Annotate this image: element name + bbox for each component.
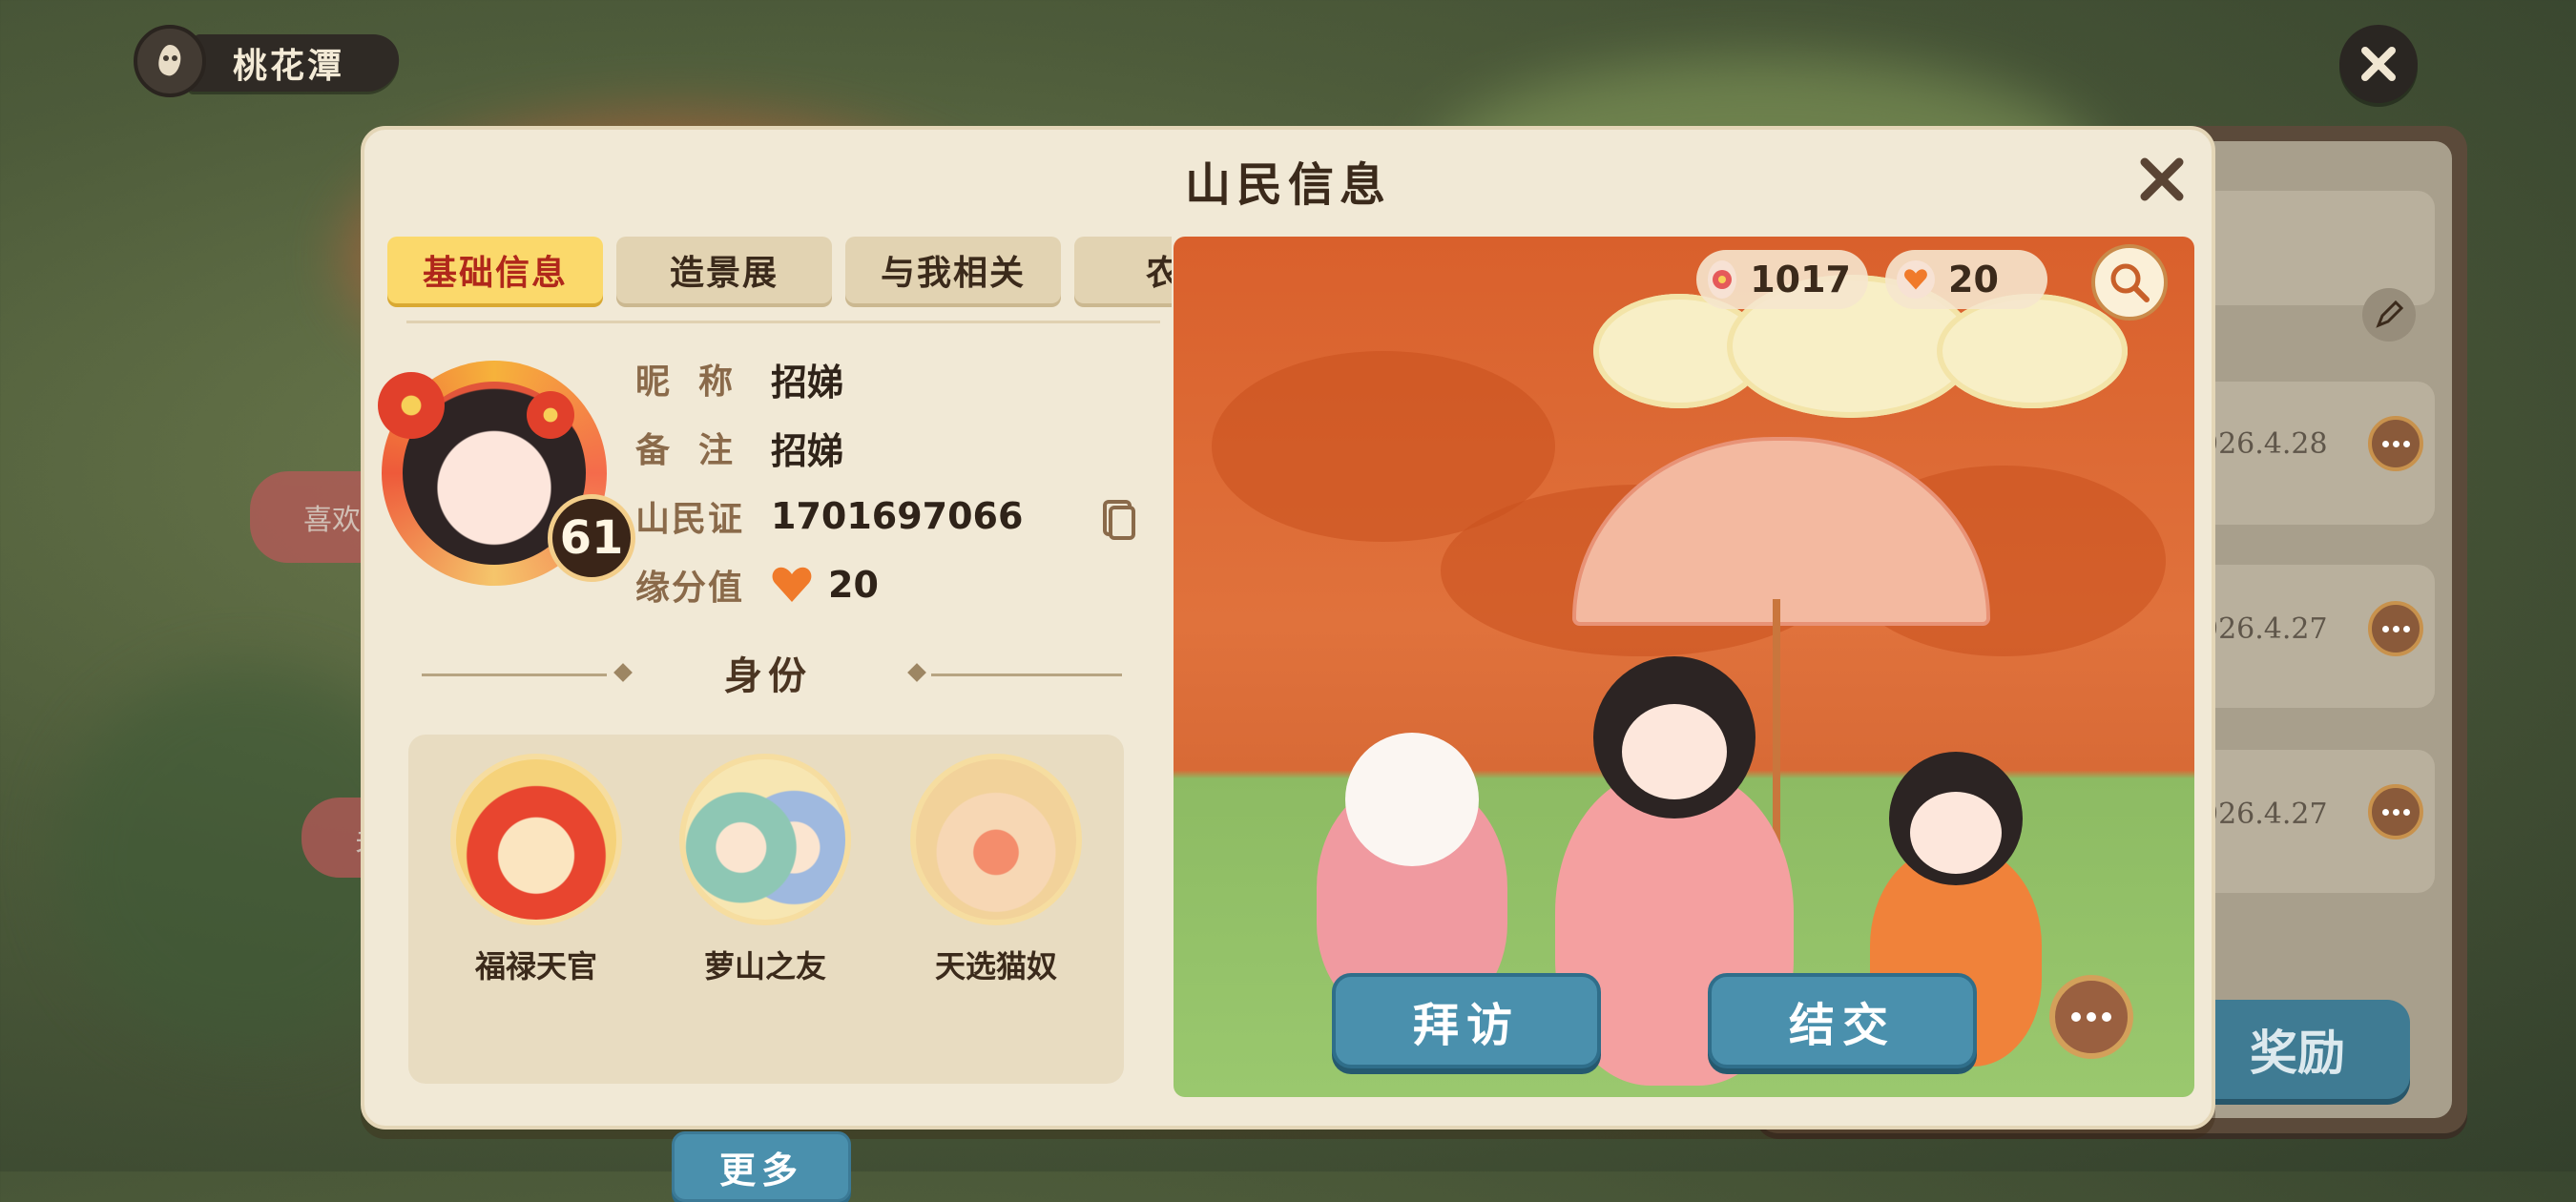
befriend-button[interactable]: 结交 xyxy=(1708,973,1977,1068)
character-right-face xyxy=(1910,792,2002,874)
affinity-value: 20 xyxy=(828,564,879,606)
remark-value: 招娣 xyxy=(771,429,844,472)
flower-currency: 1017 xyxy=(1696,250,1868,309)
remark-row[interactable]: 备注 招娣 xyxy=(635,424,844,472)
identity-badge-label: 福禄天官 xyxy=(474,948,597,984)
identity-badge-label: 萝山之友 xyxy=(703,948,826,984)
character-scene: 1017 20 xyxy=(1174,237,2194,1097)
edit-pen-icon[interactable] xyxy=(2362,288,2416,342)
divider xyxy=(931,674,1122,676)
tab-landscape[interactable]: 造景展 xyxy=(616,237,832,303)
umbrella-decoration xyxy=(1572,437,1990,626)
nickname-label: 昵称 xyxy=(635,363,762,402)
heart-icon xyxy=(1897,260,1935,299)
divider xyxy=(406,321,1160,323)
tab-bar: 基础信息 造景展 与我相关 农场 xyxy=(387,237,1172,309)
level-badge: 61 xyxy=(548,494,635,582)
reward-label: 奖励 xyxy=(2250,1026,2345,1081)
villager-id-row: 山民证 1701697066 xyxy=(635,492,1023,540)
list-date: 026.4.27 xyxy=(2200,798,2328,831)
fortune-god-icon[interactable] xyxy=(450,754,622,925)
identity-badges-panel: 福禄天官 萝山之友 天选猫奴 更多 xyxy=(408,735,1124,1202)
dialog-close-button[interactable] xyxy=(2131,149,2192,210)
tab-basic-info[interactable]: 基础信息 xyxy=(387,237,603,303)
reward-button[interactable]: 奖励 xyxy=(2185,1000,2410,1099)
location-name: 桃花潭 xyxy=(233,47,345,86)
character-center-face xyxy=(1622,704,1727,799)
identity-badge-label: 天选猫奴 xyxy=(934,948,1057,984)
character-left-head xyxy=(1345,733,1479,866)
more-options-button[interactable] xyxy=(2049,975,2133,1059)
nickname-row: 昵称 招娣 xyxy=(635,355,844,404)
visit-button[interactable]: 拜访 xyxy=(1332,973,1601,1068)
list-date: 026.4.28 xyxy=(2200,427,2328,461)
location-label: 桃花潭 xyxy=(134,25,403,97)
affinity-row: 缘分值 20 xyxy=(635,561,879,609)
close-icon xyxy=(2140,157,2184,201)
villager-id-value: 1701697066 xyxy=(771,495,1024,537)
nickname-value: 招娣 xyxy=(771,361,844,404)
heart-count: 20 xyxy=(1948,259,1999,300)
side-pill-label: 喜欢 xyxy=(303,504,361,537)
heart-currency: 20 xyxy=(1885,250,2047,309)
more-identities-button[interactable]: 更多 xyxy=(672,1131,851,1202)
copy-icon[interactable] xyxy=(1099,498,1139,542)
flower-count: 1017 xyxy=(1750,259,1851,300)
row-more-button[interactable] xyxy=(2368,601,2423,656)
flower-icon xyxy=(1708,260,1737,299)
tab-farm[interactable]: 农场 xyxy=(1074,237,1172,303)
heart-icon xyxy=(772,567,812,602)
close-icon xyxy=(2361,47,2396,81)
row-more-button[interactable] xyxy=(2368,784,2423,839)
cat-paw-icon[interactable] xyxy=(910,754,1082,925)
magnifier-icon xyxy=(2110,263,2150,302)
screen-close-button[interactable] xyxy=(2339,25,2418,103)
dialog-title: 山民信息 xyxy=(1184,158,1391,212)
villager-info-dialog: 山民信息 基础信息 造景展 与我相关 农场 61 昵称 招娣 备注 招娣 山民证… xyxy=(361,126,2215,1202)
list-date: 026.4.27 xyxy=(2200,612,2328,646)
villager-id-label: 山民证 xyxy=(635,500,745,539)
remark-label: 备注 xyxy=(635,431,762,470)
zoom-search-button[interactable] xyxy=(2091,244,2168,321)
affinity-label: 缘分值 xyxy=(635,569,745,608)
tab-related[interactable]: 与我相关 xyxy=(845,237,1061,303)
row-more-button[interactable] xyxy=(2368,416,2423,471)
avatar[interactable]: 61 xyxy=(374,353,635,611)
location-emblem-icon xyxy=(134,25,206,97)
identity-section-title: 身份 xyxy=(724,654,812,698)
friends-icon[interactable] xyxy=(679,754,851,925)
